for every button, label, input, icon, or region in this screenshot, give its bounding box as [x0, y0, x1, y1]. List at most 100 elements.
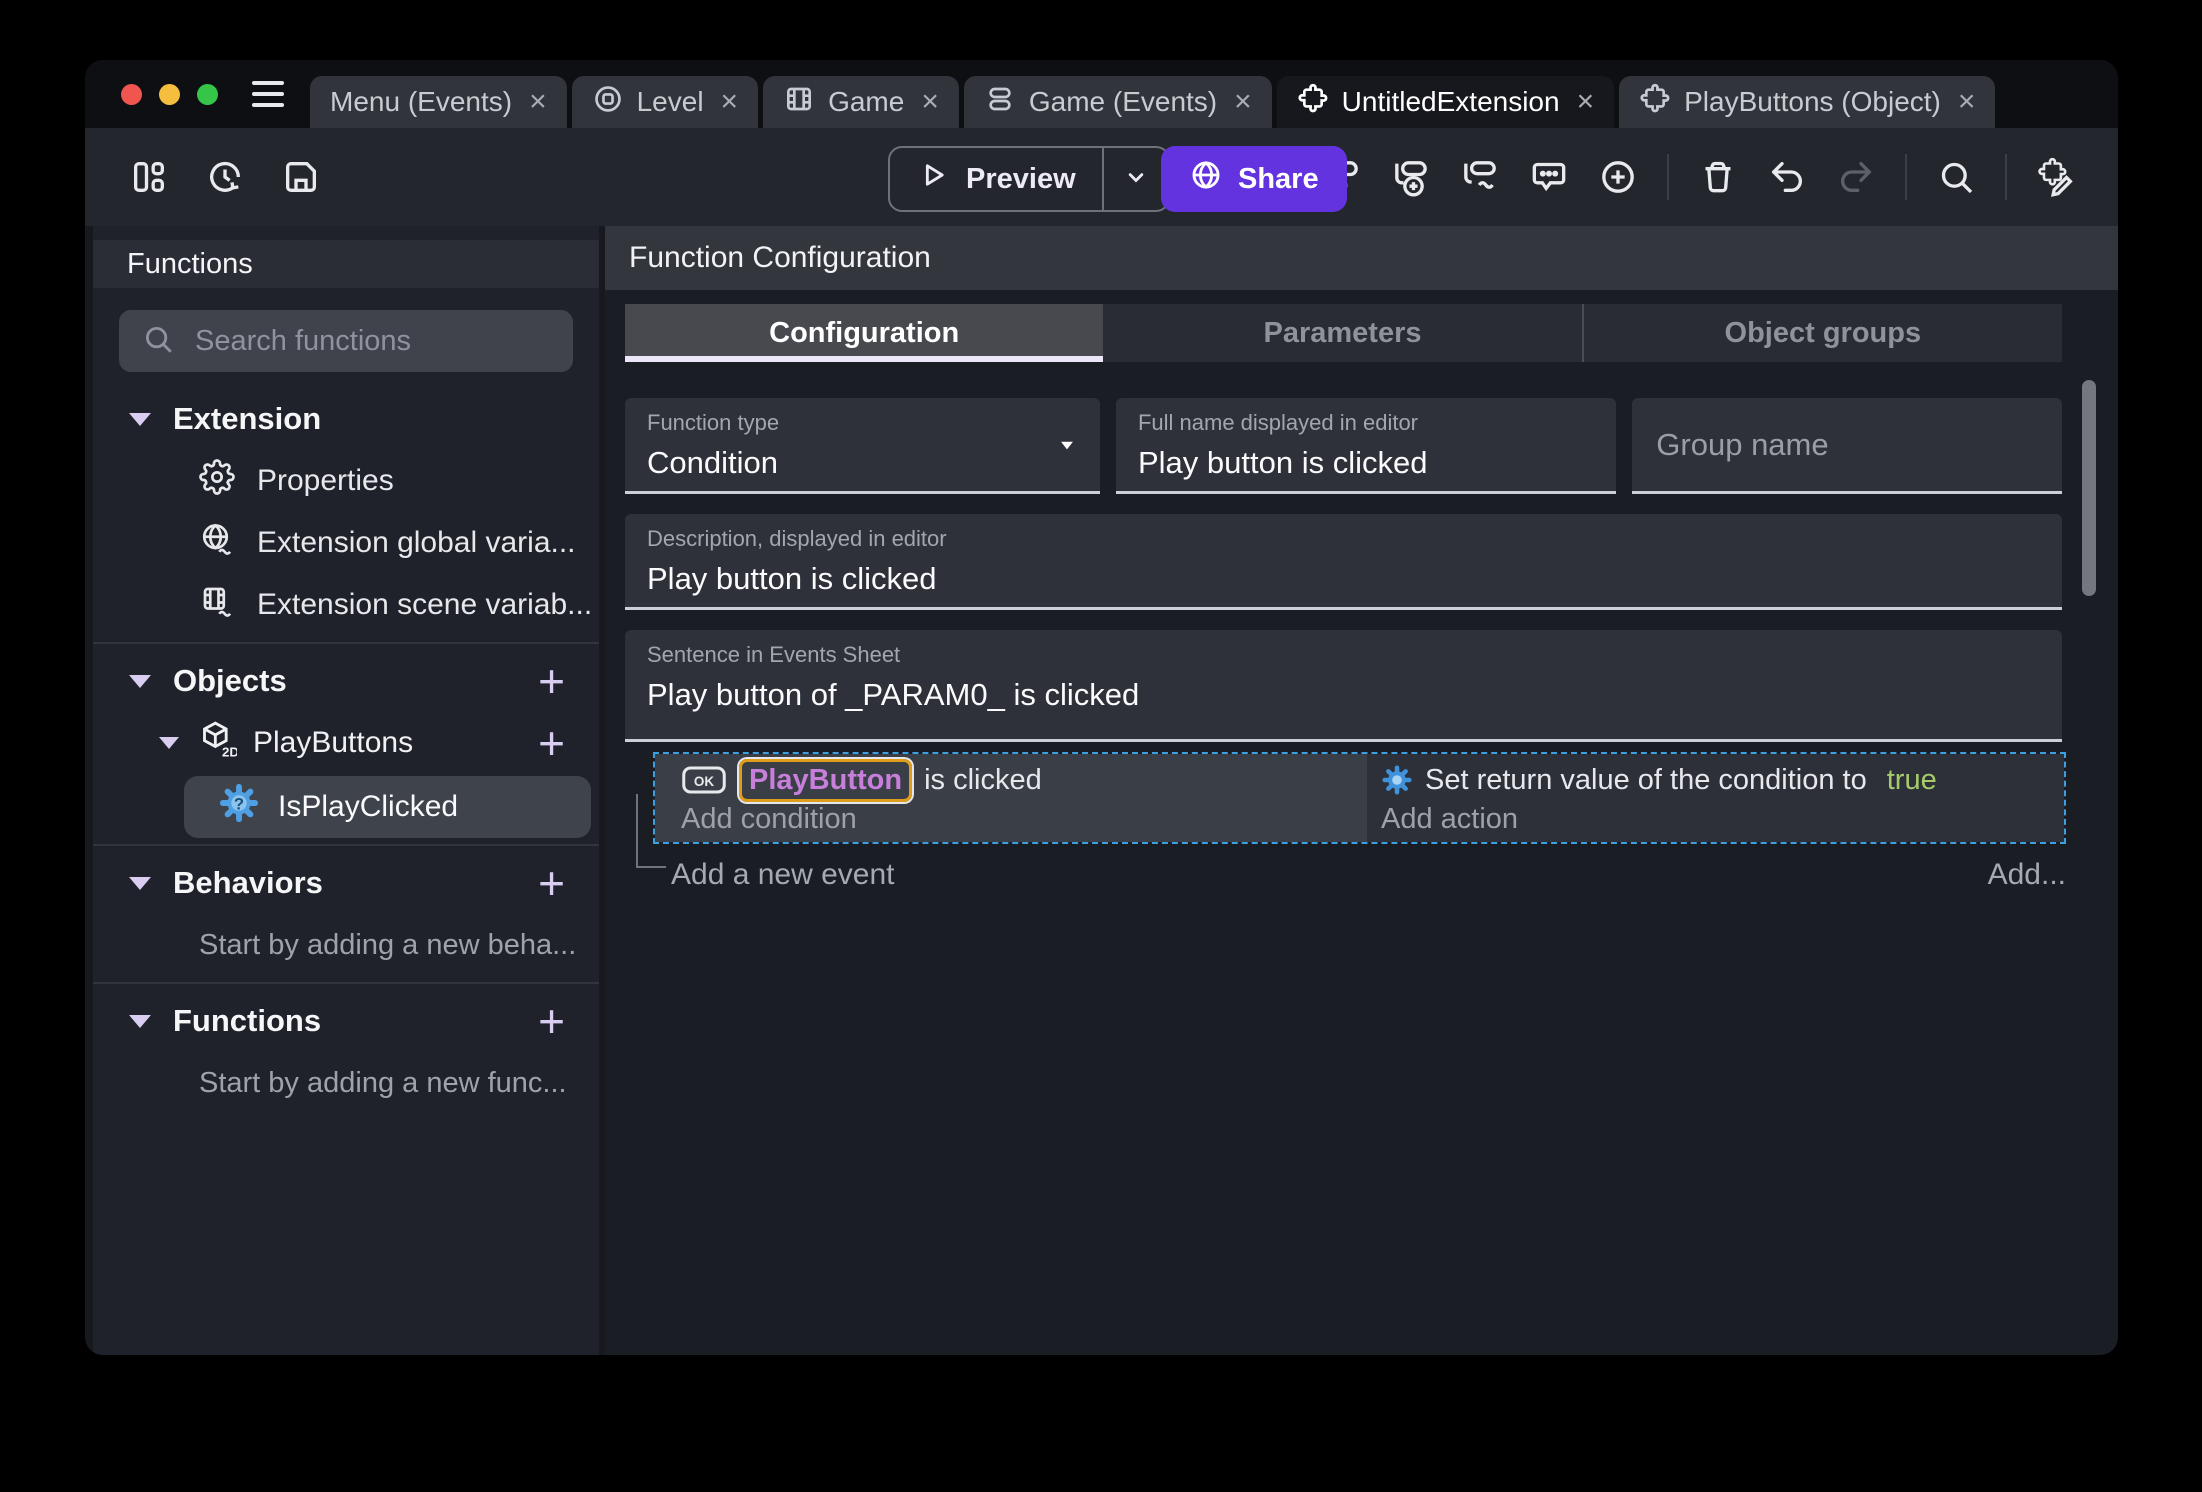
- preview-options-button[interactable]: [1101, 148, 1168, 210]
- preview-label: Preview: [966, 162, 1076, 195]
- tab-label: PlayButtons (Object): [1684, 86, 1941, 117]
- event-bracket-line: [636, 794, 666, 868]
- item-label: Extension scene variab...: [257, 588, 593, 621]
- field-value: Play button of _PARAM0_ is clicked: [647, 677, 1140, 712]
- tab-untitled-extension[interactable]: UntitledExtension ×: [1276, 76, 1615, 128]
- project-manager-icon[interactable]: [129, 157, 169, 197]
- search-input[interactable]: [193, 323, 551, 359]
- condition-row[interactable]: OK PlayButton is clicked: [681, 758, 1367, 802]
- share-button[interactable]: Share: [1161, 146, 1347, 212]
- tab-object-groups[interactable]: Object groups: [1584, 304, 2062, 362]
- action-text: Set return value of the condition to: [1425, 763, 1867, 796]
- close-icon[interactable]: ×: [1234, 87, 1252, 117]
- add-object-function-button[interactable]: +: [538, 720, 565, 766]
- action-row[interactable]: Set return value of the condition to true: [1381, 759, 2064, 801]
- selected-event[interactable]: OK PlayButton is clicked Add condition S…: [653, 752, 2066, 844]
- add-circle-icon[interactable]: [1598, 157, 1638, 197]
- close-icon[interactable]: ×: [721, 87, 739, 117]
- minimize-window-button[interactable]: [159, 83, 180, 105]
- section-extension[interactable]: Extension: [93, 388, 599, 450]
- tab-label: UntitledExtension: [1341, 86, 1560, 117]
- action-value: true: [1886, 763, 1937, 796]
- section-objects[interactable]: Objects +: [93, 650, 599, 712]
- preview-button[interactable]: Preview: [890, 148, 1102, 210]
- tree-item-isplayclicked-selected[interactable]: ? IsPlayClicked: [184, 776, 591, 838]
- add-condition-link[interactable]: Add condition: [681, 803, 1367, 835]
- add-function-button[interactable]: +: [538, 998, 565, 1044]
- full-name-field[interactable]: Full name displayed in editor Play butto…: [1115, 398, 1617, 494]
- sidebar-item-extension-global-variables[interactable]: Extension global varia...: [93, 512, 599, 574]
- close-icon[interactable]: ×: [1577, 87, 1595, 117]
- tab-label: Level: [636, 86, 704, 117]
- traffic-lights: [85, 83, 242, 105]
- tab-game[interactable]: Game ×: [763, 76, 959, 128]
- description-field[interactable]: Description, displayed in editor Play bu…: [625, 514, 2062, 610]
- group-name-field[interactable]: [1632, 398, 2062, 494]
- conditions-column: OK PlayButton is clicked Add condition: [655, 754, 1367, 842]
- toolbar-divider: [2005, 154, 2007, 200]
- menu-hamburger-icon[interactable]: [252, 81, 284, 107]
- search-box[interactable]: [119, 310, 573, 372]
- add-behavior-button[interactable]: +: [538, 860, 565, 906]
- tree-item-playbuttons[interactable]: 2D PlayButtons +: [93, 712, 599, 774]
- sidebar-divider: [93, 642, 599, 644]
- functions-sidebar: Functions Extension Properties: [93, 226, 599, 1355]
- function-configuration-panel: Function Configuration Configuration Par…: [605, 226, 2118, 1355]
- add-subevent-icon[interactable]: [1391, 157, 1431, 197]
- sidebar-divider: [93, 982, 599, 984]
- add-new-event-link[interactable]: Add a new event: [671, 858, 895, 892]
- zoom-window-button[interactable]: [197, 83, 218, 105]
- events-sheet: OK PlayButton is clicked Add condition S…: [605, 752, 2118, 892]
- search-icon[interactable]: [1936, 157, 1976, 197]
- add-more-link[interactable]: Add...: [1988, 858, 2066, 892]
- configuration-tabs: Configuration Parameters Object groups: [625, 304, 2062, 362]
- ok-glyph: OK: [694, 774, 715, 789]
- tab-level[interactable]: Level ×: [571, 76, 759, 128]
- vertical-scrollbar-thumb[interactable]: [2082, 380, 2096, 596]
- chevron-down-icon: [1122, 163, 1150, 196]
- save-icon[interactable]: [281, 157, 321, 197]
- sentence-field[interactable]: Sentence in Events Sheet Play button of …: [625, 630, 2062, 742]
- tab-playbuttons-object[interactable]: PlayButtons (Object) ×: [1619, 76, 1996, 128]
- add-object-button[interactable]: +: [538, 658, 565, 704]
- field-value: Condition: [647, 445, 778, 480]
- tab-game-events[interactable]: Game (Events) ×: [963, 76, 1272, 128]
- field-label: Sentence in Events Sheet: [647, 642, 901, 667]
- share-label: Share: [1238, 162, 1319, 195]
- sidebar-divider: [93, 844, 599, 846]
- item-label: PlayButtons: [253, 726, 414, 759]
- function-type-select[interactable]: Function type Condition: [625, 398, 1100, 494]
- behaviors-empty-hint: Start by adding a new beha...: [199, 928, 577, 961]
- edit-extension-icon[interactable]: [2036, 157, 2076, 197]
- sidebar-item-extension-scene-variables[interactable]: Extension scene variab...: [93, 574, 599, 636]
- puzzle-icon: [1297, 83, 1329, 122]
- close-icon[interactable]: ×: [529, 87, 547, 117]
- condition-object-chip[interactable]: PlayButton: [739, 758, 913, 802]
- chevron-down-icon: [129, 1014, 151, 1028]
- add-action-link[interactable]: Add action: [1381, 803, 2064, 835]
- section-functions[interactable]: Functions +: [93, 990, 599, 1052]
- section-label: Objects: [173, 663, 287, 698]
- field-label: Full name displayed in editor: [1137, 410, 1419, 435]
- tab-parameters[interactable]: Parameters: [1103, 304, 1584, 362]
- panel-title: Function Configuration: [605, 226, 2118, 290]
- version-history-icon[interactable]: [205, 157, 245, 197]
- tab-configuration[interactable]: Configuration: [625, 304, 1104, 362]
- tab-menu-events[interactable]: Menu (Events) ×: [310, 76, 567, 128]
- window-tab-bar: Menu (Events) × Level × Game × Game (Eve…: [85, 60, 2118, 128]
- item-label: Properties: [257, 464, 394, 497]
- add-other-event-icon[interactable]: [1460, 157, 1500, 197]
- close-icon[interactable]: ×: [921, 87, 939, 117]
- close-window-button[interactable]: [121, 83, 142, 105]
- search-icon: [141, 322, 175, 361]
- redo-icon[interactable]: [1836, 157, 1876, 197]
- sidebar-title: Functions: [93, 240, 599, 288]
- sidebar-item-properties[interactable]: Properties: [93, 450, 599, 512]
- group-name-input[interactable]: [1654, 425, 2040, 464]
- undo-icon[interactable]: [1767, 157, 1807, 197]
- trash-icon[interactable]: [1698, 157, 1738, 197]
- close-icon[interactable]: ×: [1958, 87, 1976, 117]
- add-comment-icon[interactable]: [1529, 157, 1569, 197]
- section-behaviors[interactable]: Behaviors +: [93, 852, 599, 914]
- tab-label: Menu (Events): [330, 86, 513, 117]
